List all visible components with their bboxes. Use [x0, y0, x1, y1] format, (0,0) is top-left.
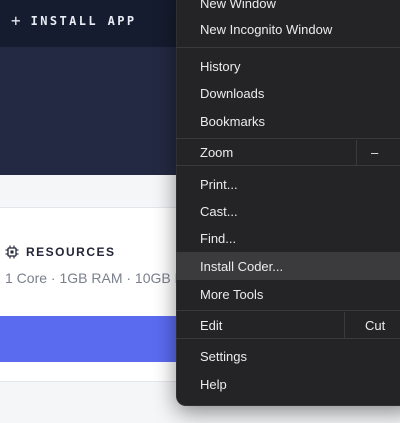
resources-header: RESOURCES	[5, 244, 116, 260]
menu-item-label: Edit	[200, 317, 223, 333]
menu-item-label: Zoom	[200, 145, 234, 160]
chip-icon	[5, 245, 19, 259]
menu-item-downloads[interactable]: Downloads	[176, 80, 400, 106]
menu-item-label: Find...	[200, 230, 237, 246]
menu-item-label: More Tools	[200, 286, 264, 302]
cut-label: Cut	[365, 317, 386, 333]
browser-menu: New Window New Incognito Window History …	[176, 0, 400, 406]
menu-item-find[interactable]: Find...	[176, 225, 400, 251]
menu-item-label: New Incognito Window	[200, 21, 333, 37]
install-app-label: INSTALL APP	[30, 14, 137, 28]
resources-spec: 1 Core · 1GB RAM · 10GB D	[5, 270, 185, 286]
menu-item-label: Cast...	[200, 203, 238, 219]
menu-item-new-incognito-window[interactable]: New Incognito Window	[176, 16, 400, 42]
install-app-button[interactable]: + INSTALL APP	[11, 12, 137, 30]
menu-item-settings[interactable]: Settings	[176, 343, 400, 369]
menu-separator	[176, 47, 400, 48]
menu-item-print[interactable]: Print...	[176, 171, 400, 197]
menu-item-edit: Edit Cut	[176, 312, 400, 338]
menu-separator	[176, 138, 400, 139]
minus-icon: –	[371, 145, 379, 160]
menu-item-label: Install Coder...	[200, 258, 284, 274]
menu-separator	[176, 165, 400, 166]
menu-separator	[176, 338, 400, 339]
menu-item-zoom: Zoom – +	[176, 140, 400, 165]
menu-item-label: History	[200, 58, 241, 74]
menu-item-label: Print...	[200, 176, 238, 192]
menu-item-cast[interactable]: Cast...	[176, 198, 400, 224]
menu-item-label: New Window	[200, 0, 276, 11]
zoom-decrease-button[interactable]: –	[356, 140, 400, 165]
plus-icon: +	[11, 11, 21, 30]
menu-item-history[interactable]: History	[176, 53, 400, 79]
menu-item-label: Downloads	[200, 85, 265, 101]
menu-item-new-window[interactable]: New Window	[176, 0, 400, 16]
menu-item-label: Bookmarks	[200, 113, 266, 129]
menu-item-install-coder[interactable]: Install Coder...	[176, 252, 400, 280]
resources-title: RESOURCES	[26, 245, 116, 259]
menu-item-more-tools[interactable]: More Tools	[176, 281, 400, 307]
menu-item-label: Settings	[200, 348, 247, 364]
menu-item-label: Help	[200, 376, 227, 392]
menu-separator	[176, 310, 400, 311]
menu-item-bookmarks[interactable]: Bookmarks	[176, 108, 400, 134]
menu-item-help[interactable]: Help	[176, 371, 400, 397]
cut-button[interactable]: Cut	[344, 312, 400, 338]
